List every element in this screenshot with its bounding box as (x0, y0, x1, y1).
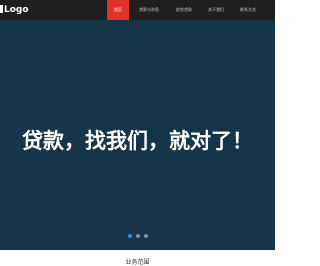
logo-mark-icon (0, 4, 3, 13)
carousel-indicators (0, 234, 275, 238)
logo-text: Logo (4, 5, 29, 15)
nav-item-contact[interactable]: 联系方式 (233, 0, 263, 20)
banner-headline: 贷款，找我们，就对了！ (22, 128, 253, 153)
carousel-dot[interactable] (143, 234, 148, 238)
top-navbar: Logo 首页 贷款与利息 综合贷款 关于我们 联系方式 (0, 0, 275, 20)
nav-item-home[interactable]: 首页 (107, 0, 129, 20)
carousel-dot[interactable] (127, 234, 132, 238)
nav-item-about-us[interactable]: 关于我们 (201, 0, 231, 20)
nav-item-loans-interest[interactable]: 贷款与利息 (133, 0, 165, 20)
section-title: 业务范围 (125, 259, 150, 266)
carousel-dot[interactable] (135, 234, 140, 238)
site-logo[interactable]: Logo (0, 0, 29, 20)
hero-banner: 贷款，找我们，就对了！ (0, 20, 275, 250)
nav-item-comprehensive-loans[interactable]: 综合贷款 (168, 0, 200, 20)
